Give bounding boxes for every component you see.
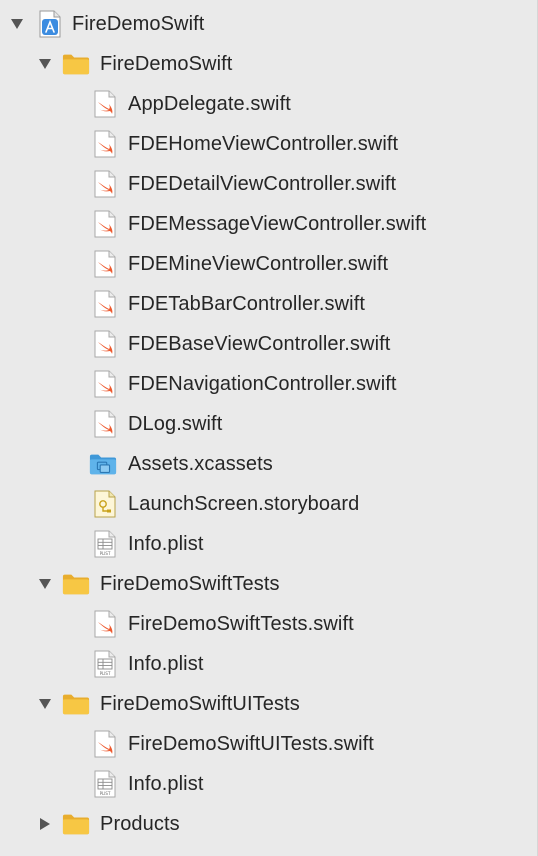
tree-row-file[interactable]: FDEMineViewController.swift [0, 244, 537, 284]
tree-row-file[interactable]: PLIST Info.plist [0, 644, 537, 684]
swift-file-icon [91, 610, 119, 638]
swift-file-icon [91, 170, 119, 198]
tree-row-label: FDEBaseViewController.swift [128, 333, 391, 355]
tree-row-file[interactable]: FireDemoSwiftUITests.swift [0, 724, 537, 764]
swift-file-icon [91, 250, 119, 278]
tree-row-file[interactable]: AppDelegate.swift [0, 84, 537, 124]
plist-file-icon: PLIST [91, 650, 119, 678]
tree-row-file[interactable]: FDEHomeViewController.swift [0, 124, 537, 164]
asset-catalog-folder-icon [89, 450, 117, 478]
tree-row-file[interactable]: FDENavigationController.swift [0, 364, 537, 404]
tree-row-label: FDETabBarController.swift [128, 293, 366, 315]
folder-icon [62, 570, 90, 598]
tree-row-label: LaunchScreen.storyboard [128, 493, 360, 515]
disclosure-triangle-collapsed-icon[interactable] [35, 804, 55, 844]
tree-row-file[interactable]: FireDemoSwiftTests.swift [0, 604, 537, 644]
tree-row-label: FireDemoSwiftTests [100, 573, 280, 595]
tree-row-file[interactable]: FDEMessageViewController.swift [0, 204, 537, 244]
swift-file-icon [91, 130, 119, 158]
tree-row-file[interactable]: FDEBaseViewController.swift [0, 324, 537, 364]
swift-file-icon [91, 410, 119, 438]
tree-row-group[interactable]: FireDemoSwift [0, 44, 537, 84]
tree-row-label: FireDemoSwift [100, 53, 233, 75]
tree-row-group[interactable]: FireDemoSwiftTests [0, 564, 537, 604]
tree-row-file[interactable]: PLIST Info.plist [0, 764, 537, 804]
plist-badge-text: PLIST [100, 551, 111, 556]
tree-row-label: FireDemoSwiftUITests [100, 693, 300, 715]
tree-row-label: FDEMessageViewController.swift [128, 213, 427, 235]
tree-row-asset-catalog[interactable]: Assets.xcassets [0, 444, 537, 484]
swift-file-icon [91, 370, 119, 398]
tree-row-label: DLog.swift [128, 413, 223, 435]
tree-row-file[interactable]: FDETabBarController.swift [0, 284, 537, 324]
storyboard-file-icon [91, 490, 119, 518]
tree-row-label: Info.plist [128, 653, 204, 675]
plist-badge-text: PLIST [100, 671, 111, 676]
tree-row-file[interactable]: PLIST Info.plist [0, 524, 537, 564]
tree-row-group[interactable]: FireDemoSwiftUITests [0, 684, 537, 724]
tree-row-label: Info.plist [128, 773, 204, 795]
project-navigator: FireDemoSwift FireDemoSwift AppDelegate.… [0, 0, 538, 856]
tree-row-label: FireDemoSwift [72, 13, 205, 35]
swift-file-icon [91, 90, 119, 118]
tree-row-label: FDENavigationController.swift [128, 373, 397, 395]
tree-row-group[interactable]: Products [0, 804, 537, 844]
disclosure-triangle-expanded-icon[interactable] [35, 564, 55, 604]
tree-row-project[interactable]: FireDemoSwift [0, 4, 537, 44]
folder-icon [62, 50, 90, 78]
tree-row-label: Products [100, 813, 180, 835]
tree-row-label: FDEDetailViewController.swift [128, 173, 397, 195]
xcode-project-icon [36, 10, 64, 38]
tree-row-file[interactable]: FDEDetailViewController.swift [0, 164, 537, 204]
plist-file-icon: PLIST [91, 770, 119, 798]
tree-row-label: Info.plist [128, 533, 204, 555]
plist-file-icon: PLIST [91, 530, 119, 558]
tree-row-label: FireDemoSwiftTests.swift [128, 613, 354, 635]
disclosure-triangle-expanded-icon[interactable] [7, 4, 27, 44]
folder-icon [62, 690, 90, 718]
tree-row-file[interactable]: LaunchScreen.storyboard [0, 484, 537, 524]
swift-file-icon [91, 330, 119, 358]
swift-file-icon [91, 210, 119, 238]
swift-file-icon [91, 290, 119, 318]
swift-file-icon [91, 730, 119, 758]
plist-badge-text: PLIST [100, 791, 111, 796]
tree-row-label: AppDelegate.swift [128, 93, 291, 115]
disclosure-triangle-expanded-icon[interactable] [35, 44, 55, 84]
tree-row-label: Assets.xcassets [128, 453, 273, 475]
tree-row-label: FDEHomeViewController.swift [128, 133, 399, 155]
tree-row-label: FDEMineViewController.swift [128, 253, 389, 275]
disclosure-triangle-expanded-icon[interactable] [35, 684, 55, 724]
tree-row-file[interactable]: DLog.swift [0, 404, 537, 444]
folder-icon [62, 810, 90, 838]
tree-row-label: FireDemoSwiftUITests.swift [128, 733, 374, 755]
